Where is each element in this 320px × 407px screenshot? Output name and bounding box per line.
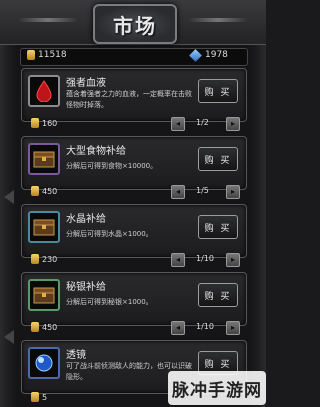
- buy-button[interactable]: 购 买: [198, 283, 238, 307]
- watermark: 脉冲手游网: [168, 371, 266, 405]
- shop-item-card: 秘银补给 分解后可得到秘银×1000。 购 买: [21, 272, 247, 326]
- shop-item-card: 强者血液 蕴含着强者之力的血液，一定概率在击败怪物时掉落。 购 买: [21, 68, 247, 122]
- buy-button[interactable]: 购 买: [198, 215, 238, 239]
- gold-coin-icon: [31, 186, 39, 196]
- quantity-counter: 1/2: [196, 118, 209, 127]
- item-price: 230: [31, 254, 57, 264]
- buy-button[interactable]: 购 买: [198, 79, 238, 103]
- increase-quantity-button[interactable]: ▸: [226, 253, 240, 267]
- item-description: 分解后可得到秘银×1000。: [66, 298, 153, 306]
- gem-amount: 1978: [205, 50, 228, 60]
- price-value: 450: [42, 322, 58, 332]
- gem-icon: [189, 48, 202, 62]
- item-price: 450: [31, 186, 57, 196]
- resource-bar: 11518 1978: [20, 48, 248, 66]
- price-value: 160: [42, 118, 58, 128]
- decrease-quantity-button[interactable]: ◂: [171, 117, 185, 131]
- item-name: 强者血液: [66, 78, 106, 89]
- page-title: 市场: [113, 13, 157, 38]
- gold-coin-icon: [31, 322, 39, 332]
- gold-coin-icon: [31, 392, 39, 402]
- increase-quantity-button[interactable]: ▸: [226, 185, 240, 199]
- item-name: 水晶补给: [66, 214, 106, 225]
- item-price: 5: [31, 392, 47, 402]
- gold-coin-icon: [31, 254, 39, 264]
- increase-quantity-button[interactable]: ▸: [226, 321, 240, 335]
- item-description: 蕴含着强者之力的血液，一定概率在击败怪物时掉落。: [66, 90, 192, 109]
- gold-coin-icon: [31, 118, 39, 128]
- price-row: 450 ◂ 1/5 ▸: [21, 184, 245, 200]
- price-row: 230 ◂ 1/10 ▸: [21, 252, 245, 268]
- quantity-counter: 1/10: [196, 322, 214, 331]
- price-value: 5: [42, 392, 48, 402]
- food-chest-icon: [28, 143, 60, 175]
- item-price: 450: [31, 322, 57, 332]
- item-name: 秘银补给: [66, 282, 106, 293]
- header-ornament-left: [18, 18, 78, 22]
- shop-item-card: 水晶补给 分解后可得到水晶×1000。 购 买: [21, 204, 247, 258]
- quantity-counter: 1/10: [196, 254, 214, 263]
- gem-resource: 1978: [189, 48, 228, 62]
- item-name: 透镜: [66, 350, 86, 361]
- item-description: 分解后可得到食物×10000。: [66, 162, 158, 170]
- price-row: 450 ◂ 1/10 ▸: [21, 320, 245, 336]
- increase-quantity-button[interactable]: ▸: [226, 117, 240, 131]
- header: 市场: [0, 0, 266, 45]
- decrease-quantity-button[interactable]: ◂: [171, 321, 185, 335]
- crystal-chest-icon: [28, 211, 60, 243]
- item-price: 160: [31, 118, 57, 128]
- item-description: 分解后可得到水晶×1000。: [66, 230, 153, 238]
- item-name: 大型食物补给: [66, 146, 126, 157]
- shop-item-card: 大型食物补给 分解后可得到食物×10000。 购 买: [21, 136, 247, 190]
- price-value: 450: [42, 186, 58, 196]
- mithril-chest-icon: [28, 279, 60, 311]
- gold-resource: 11518: [27, 50, 67, 60]
- decrease-quantity-button[interactable]: ◂: [171, 185, 185, 199]
- decrease-quantity-button[interactable]: ◂: [171, 253, 185, 267]
- buy-button[interactable]: 购 买: [198, 147, 238, 171]
- quantity-counter: 1/5: [196, 186, 209, 195]
- lens-orb-icon: [28, 347, 60, 379]
- gold-amount: 11518: [38, 50, 67, 60]
- title-plate: 市场: [93, 4, 177, 44]
- header-ornament-right: [188, 18, 248, 22]
- blood-drop-icon: [28, 75, 60, 107]
- price-value: 230: [42, 254, 58, 264]
- gold-coin-icon: [27, 50, 35, 60]
- price-row: 160 ◂ 1/2 ▸: [21, 116, 245, 132]
